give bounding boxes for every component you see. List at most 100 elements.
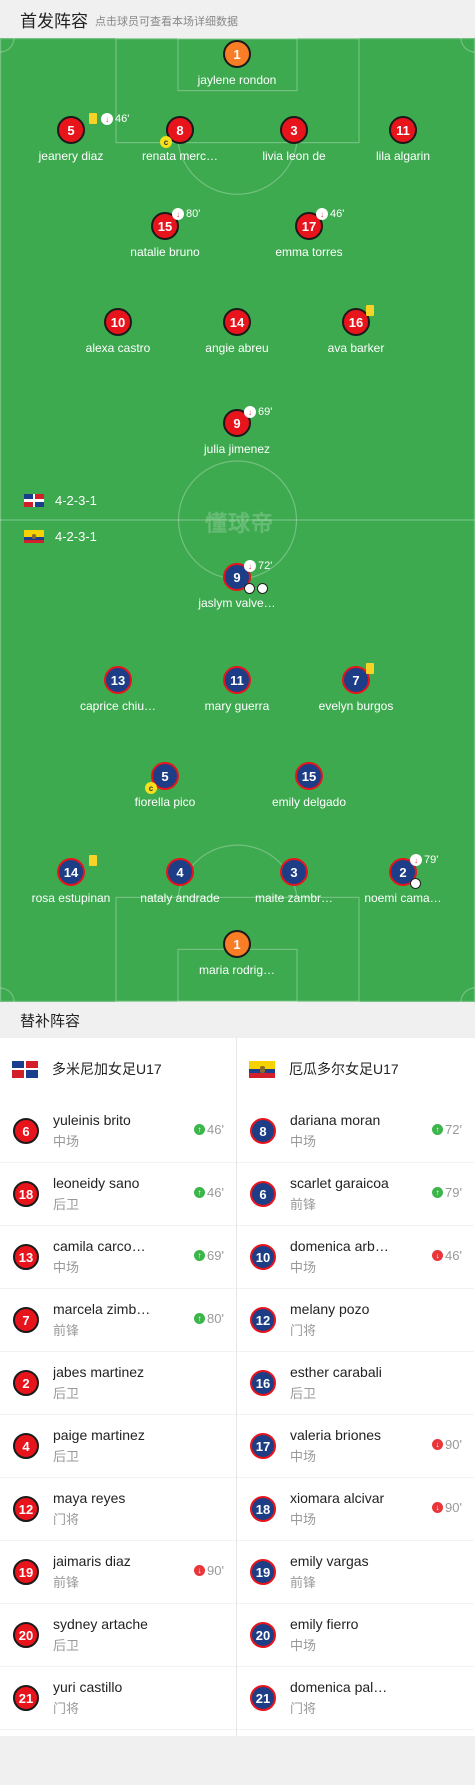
jersey-number: 18 — [250, 1496, 276, 1522]
pitch-player[interactable]: 3 livia leon de — [234, 116, 354, 163]
pitch-player[interactable]: 11 mary guerra — [177, 666, 297, 713]
jersey-number: 3 — [280, 858, 308, 886]
pitch-player[interactable]: 10 alexa castro — [58, 308, 178, 355]
bench-player-row[interactable]: 19 emily vargas 前锋 — [237, 1541, 474, 1604]
player-name: esther carabali — [290, 1364, 382, 1380]
jersey-number: 4 — [13, 1433, 39, 1459]
bench-player-row[interactable]: 16 esther carabali 后卫 — [237, 1352, 474, 1415]
sub-time: 90' — [207, 1563, 224, 1578]
bench-player-row[interactable]: 2 jabes martinez 后卫 — [0, 1352, 236, 1415]
player-position: 后卫 — [290, 1386, 317, 1401]
bench-player-row[interactable]: 20 emily fierro 中场 — [237, 1604, 474, 1667]
sub-out-icon: ↓ — [316, 208, 328, 220]
sub-out-icon: ↓ — [172, 208, 184, 220]
player-name: alexa castro — [85, 341, 151, 355]
pitch-player[interactable]: 11 lila algarin — [343, 116, 463, 163]
player-name: domenica pal… — [290, 1679, 388, 1695]
bench-player-row[interactable]: 6 yuleinis brito 中场 ↑ 46' — [0, 1100, 236, 1163]
sub-time: 46' — [207, 1185, 224, 1200]
pitch-player[interactable]: 14 rosa estupinan — [11, 855, 131, 905]
player-info: esther carabali 后卫 — [290, 1364, 400, 1402]
sub-time: 79' — [445, 1185, 462, 1200]
sub-time: 69' — [207, 1248, 224, 1263]
sub-out-event: ↓ 69' — [244, 406, 272, 418]
jersey-number: 13 — [13, 1244, 39, 1270]
bench-player-row[interactable]: 17 valeria briones 中场 ↓ 90' — [237, 1415, 474, 1478]
yellow-card-icon — [89, 855, 97, 866]
pitch-player[interactable]: 9 julia jimenez ↓ 69' — [177, 406, 297, 456]
pitch-player[interactable]: 15 natalie bruno ↓ 80' — [105, 208, 225, 259]
sub-event: ↓ 90' — [194, 1563, 224, 1578]
page-title: 首发阵容 — [20, 11, 88, 31]
goal-ball-icon — [257, 583, 268, 594]
pitch-player[interactable]: 1 maria rodrig… — [177, 930, 297, 977]
sub-in-icon: ↑ — [432, 1124, 444, 1135]
bench-player-row[interactable]: 18 leoneidy sano 后卫 ↑ 46' — [0, 1163, 236, 1226]
player-name: dariana moran — [290, 1112, 381, 1128]
player-position: 门将 — [53, 1701, 80, 1716]
team-name: 厄瓜多尔女足U17 — [289, 1061, 399, 1077]
player-info: emily fierro 中场 — [290, 1616, 400, 1654]
jersey-number: 12 — [250, 1307, 276, 1333]
bench-player-row[interactable]: 21 yuri castillo 门将 — [0, 1667, 236, 1730]
yellow-card-icon — [366, 305, 374, 316]
bench-player-row[interactable]: 20 sydney artache 后卫 — [0, 1604, 236, 1667]
bench-player-row[interactable]: 12 maya reyes 门将 — [0, 1478, 236, 1541]
player-name: emily vargas — [290, 1553, 369, 1569]
player-info: jabes martinez 后卫 — [53, 1364, 163, 1402]
pitch-player[interactable]: 5 fiorella pico c — [105, 762, 225, 809]
pitch-player[interactable]: 3 maite zambr… — [234, 858, 354, 905]
bench-player-row[interactable]: 8 dariana moran 中场 ↑ 72' — [237, 1100, 474, 1163]
jersey-number: 1 — [223, 930, 251, 958]
player-info: melany pozo 门将 — [290, 1301, 400, 1339]
pitch-player[interactable]: 16 ava barker — [296, 305, 416, 355]
player-info: domenica pal… 门将 — [290, 1679, 400, 1717]
sub-out-icon: ↓ — [244, 560, 256, 572]
pitch-player[interactable]: 7 evelyn burgos — [296, 663, 416, 713]
bench-player-row[interactable]: 4 paige martinez 后卫 — [0, 1415, 236, 1478]
bench-player-row[interactable]: 21 domenica pal… 门将 — [237, 1667, 474, 1730]
sub-event: ↑ 46' — [194, 1122, 224, 1137]
pitch-player[interactable]: 8 renata merc… c — [120, 116, 240, 163]
jersey-number: 19 — [13, 1559, 39, 1585]
bench-player-row[interactable]: 12 melany pozo 门将 — [237, 1289, 474, 1352]
ecuador-flag — [249, 1060, 275, 1078]
bench-player-row[interactable]: 19 jaimaris diaz 前锋 ↓ 90' — [0, 1541, 236, 1604]
player-info: yuri castillo 门将 — [53, 1679, 163, 1717]
pitch-player[interactable]: 17 emma torres ↓ 46' — [249, 208, 369, 259]
jersey-number: 11 — [389, 116, 417, 144]
dominican-republic-flag — [24, 494, 44, 507]
sub-time: 46' — [445, 1248, 462, 1263]
jersey-number: 15 — [295, 762, 323, 790]
pitch-player[interactable]: 2 noemi cama… ↓ 79' — [343, 854, 463, 905]
pitch-player[interactable]: 13 caprice chiu… — [58, 666, 178, 713]
player-name: melany pozo — [290, 1301, 370, 1317]
pitch-player[interactable]: 5 jeanery diaz ↓ 46' — [11, 113, 131, 163]
pitch-player[interactable]: 9 jaslym valve… ↓ 72' — [177, 560, 297, 610]
bench-player-row[interactable]: 6 scarlet garaicoa 前锋 ↑ 79' — [237, 1163, 474, 1226]
bench-player-row[interactable]: 10 domenica arb… 中场 ↓ 46' — [237, 1226, 474, 1289]
pitch-player[interactable]: 4 nataly andrade — [120, 858, 240, 905]
dominican-republic-flag — [12, 1060, 38, 1078]
player-name: xiomara alcivar — [290, 1490, 385, 1506]
away-formation: 4-2-3-1 — [24, 529, 97, 544]
pitch-player[interactable]: 14 angie abreu — [177, 308, 297, 355]
player-position: 后卫 — [53, 1449, 80, 1464]
player-name: valeria briones — [290, 1427, 382, 1443]
player-name: maria rodrig… — [198, 963, 276, 977]
player-name: marcela zimb… — [53, 1301, 151, 1317]
captain-icon: c — [160, 136, 172, 148]
player-position: 中场 — [290, 1449, 317, 1464]
pitch-player[interactable]: 15 emily delgado — [249, 762, 369, 809]
jersey-number: 13 — [104, 666, 132, 694]
own-goal-icon — [410, 878, 421, 889]
sub-out-event: ↓ 46' — [316, 208, 344, 220]
bench-player-row[interactable]: 13 camila carco… 中场 ↑ 69' — [0, 1226, 236, 1289]
bench-player-row[interactable]: 18 xiomara alcivar 中场 ↓ 90' — [237, 1478, 474, 1541]
sub-time: 72' — [445, 1122, 462, 1137]
pitch-player[interactable]: 1 jaylene rondon — [177, 40, 297, 87]
sub-out-event: ↓ 80' — [172, 208, 200, 220]
bench-player-row[interactable]: 7 marcela zimb… 前锋 ↑ 80' — [0, 1289, 236, 1352]
player-name: mary guerra — [204, 699, 270, 713]
player-position: 后卫 — [53, 1386, 80, 1401]
